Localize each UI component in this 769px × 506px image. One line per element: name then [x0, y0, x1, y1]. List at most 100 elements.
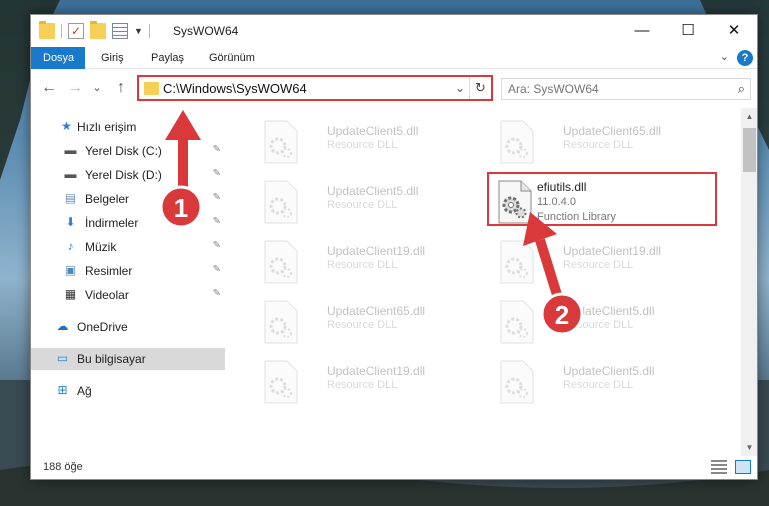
file-description: Resource DLL	[563, 379, 634, 391]
dll-file-icon	[500, 360, 534, 404]
pin-icon[interactable]: ✎	[213, 288, 221, 299]
dll-file-icon	[264, 120, 298, 164]
search-icon[interactable]: ⌕	[738, 81, 745, 97]
up-button[interactable]: ↑	[111, 78, 131, 98]
sidebar-item-label: İndirmeler	[85, 216, 139, 230]
file-tile[interactable]: UpdateClient65.dll Resource DLL	[255, 294, 485, 348]
pin-icon[interactable]: ✎	[213, 264, 221, 275]
properties-icon[interactable]	[112, 23, 128, 39]
pin-icon[interactable]: ✎	[213, 192, 221, 203]
file-tile[interactable]: UpdateClient5.dll Resource DLL	[255, 114, 485, 168]
toolbar-separator	[61, 24, 62, 38]
dll-file-icon	[500, 120, 534, 164]
sidebar-item-label: Bu bilgisayar	[77, 352, 146, 366]
file-description: Resource DLL	[327, 259, 398, 271]
sidebar-item-label: Belgeler	[85, 192, 130, 206]
tab-share[interactable]: Paylaş	[139, 47, 196, 69]
new-folder-icon[interactable]	[90, 21, 106, 39]
file-description: Function Library	[537, 211, 616, 223]
file-tile[interactable]: UpdateClient19.dll Resource DLL	[255, 234, 485, 288]
cloud-icon: ☁	[56, 319, 69, 333]
file-name: UpdateClient5.dll	[327, 124, 419, 138]
minimize-button[interactable]: —	[619, 15, 665, 46]
dll-file-icon	[264, 240, 298, 284]
sidebar-item-music[interactable]: ♪ Müzik ✎	[31, 236, 225, 258]
details-view-button[interactable]	[711, 460, 727, 474]
file-description: Resource DLL	[327, 199, 398, 211]
sidebar-item-this-pc[interactable]: ▭ Bu bilgisayar	[31, 348, 225, 370]
file-tile[interactable]: UpdateClient5.dll Resource DLL	[255, 174, 485, 228]
file-tile[interactable]: UpdateClient65.dll Resource DLL	[491, 114, 721, 168]
scroll-up-button[interactable]: ▲	[741, 108, 757, 125]
music-icon: ♪	[67, 239, 74, 253]
pin-icon[interactable]: ✎	[213, 168, 221, 179]
file-description: Resource DLL	[563, 319, 634, 331]
file-tile[interactable]: UpdateClient5.dll Resource DLL	[491, 354, 721, 408]
forward-button[interactable]: →	[65, 78, 85, 98]
file-description: Resource DLL	[327, 139, 398, 151]
pin-icon[interactable]: ✎	[213, 240, 221, 251]
file-tile-efiutils[interactable]: efiutils.dll 11.0.4.0 Function Library	[487, 172, 717, 226]
recent-locations-button[interactable]: ⌄	[87, 78, 107, 98]
file-tile[interactable]: UpdateClient19.dll Resource DLL	[491, 234, 721, 288]
search-input[interactable]	[508, 81, 718, 97]
pictures-icon: ▣	[64, 263, 77, 277]
toolbar-separator	[148, 24, 150, 38]
pin-icon[interactable]: ✎	[213, 216, 221, 227]
file-description: Resource DLL	[563, 259, 634, 271]
scroll-thumb[interactable]	[743, 128, 756, 172]
sidebar-item-label: Resimler	[85, 264, 133, 278]
dll-file-icon	[500, 240, 534, 284]
sidebar-item-label: OneDrive	[77, 320, 128, 334]
folder-icon	[39, 21, 55, 39]
file-name: UpdateClient19.dll	[563, 244, 662, 258]
tab-view[interactable]: Görünüm	[197, 47, 267, 69]
vertical-scrollbar[interactable]: ▲ ▼	[741, 108, 757, 456]
folder-icon	[144, 82, 159, 95]
sidebar-item-documents[interactable]: ▤ Belgeler ✎	[31, 188, 225, 210]
sidebar-item-pictures[interactable]: ▣ Resimler ✎	[31, 260, 225, 282]
status-bar: 188 öğe	[31, 456, 757, 479]
item-count: 188 öğe	[43, 461, 83, 473]
file-name: UpdateClient5.dll	[327, 184, 419, 198]
address-bar[interactable]: C:\Windows\SysWOW64 ⌄ ↻	[137, 75, 493, 101]
dll-file-icon	[500, 300, 534, 344]
file-tile[interactable]: UpdateClient19.dll Resource DLL	[255, 354, 485, 408]
tab-home[interactable]: Giriş	[89, 47, 136, 69]
navigation-pane: ★ Hızlı erişim ▬ Yerel Disk (C:) ✎ ▬ Yer…	[31, 108, 227, 448]
tiles-view-button[interactable]	[735, 460, 751, 474]
help-button[interactable]: ?	[737, 50, 753, 66]
sidebar-item-videos[interactable]: ▦ Videolar ✎	[31, 284, 225, 306]
close-button[interactable]: ✕	[711, 15, 757, 46]
address-row: ← → ⌄ ↑ C:\Windows\SysWOW64 ⌄ ↻ ⌕	[31, 70, 757, 106]
sidebar-item-label: Müzik	[85, 240, 117, 254]
refresh-button[interactable]: ↻	[469, 77, 491, 99]
maximize-button[interactable]: ☐	[665, 15, 711, 46]
sidebar-item-label: Yerel Disk (D:)	[85, 168, 162, 182]
explorer-window: ✓ ▼ SysWOW64 — ☐ ✕ Dosya Giriş Paylaş Gö…	[30, 14, 758, 480]
chevron-down-icon[interactable]: ▼	[134, 26, 143, 36]
search-box[interactable]: ⌕	[501, 78, 751, 100]
drive-icon: ▬	[64, 167, 77, 181]
back-button[interactable]: ←	[39, 78, 59, 98]
chevron-down-icon[interactable]: ⌄	[455, 81, 465, 95]
file-name: UpdateClient19.dll	[327, 364, 426, 378]
tab-file[interactable]: Dosya	[31, 47, 85, 69]
sidebar-item-downloads[interactable]: ⬇ İndirmeler ✎	[31, 212, 225, 234]
file-description: Resource DLL	[327, 319, 398, 331]
sidebar-item-local-disk-c[interactable]: ▬ Yerel Disk (C:) ✎	[31, 140, 225, 162]
expand-ribbon-button[interactable]: ⌄	[720, 50, 729, 63]
sidebar-item-network[interactable]: ⊞ Ağ	[31, 380, 225, 402]
address-path[interactable]: C:\Windows\SysWOW64	[163, 81, 307, 96]
file-description: Resource DLL	[563, 139, 634, 151]
sidebar-item-quick-access[interactable]: ★ Hızlı erişim	[31, 116, 225, 138]
pin-icon[interactable]: ✎	[213, 144, 221, 155]
properties-check-icon[interactable]: ✓	[68, 23, 84, 39]
sidebar-item-onedrive[interactable]: ☁ OneDrive	[31, 316, 225, 338]
file-tile[interactable]: UpdateClient5.dll Resource DLL	[491, 294, 721, 348]
file-name: UpdateClient5.dll	[563, 304, 655, 318]
scroll-down-button[interactable]: ▼	[741, 439, 757, 456]
network-icon: ⊞	[57, 383, 68, 397]
title-bar: ✓ ▼ SysWOW64 — ☐ ✕	[31, 15, 757, 47]
sidebar-item-local-disk-d[interactable]: ▬ Yerel Disk (D:) ✎	[31, 164, 225, 186]
